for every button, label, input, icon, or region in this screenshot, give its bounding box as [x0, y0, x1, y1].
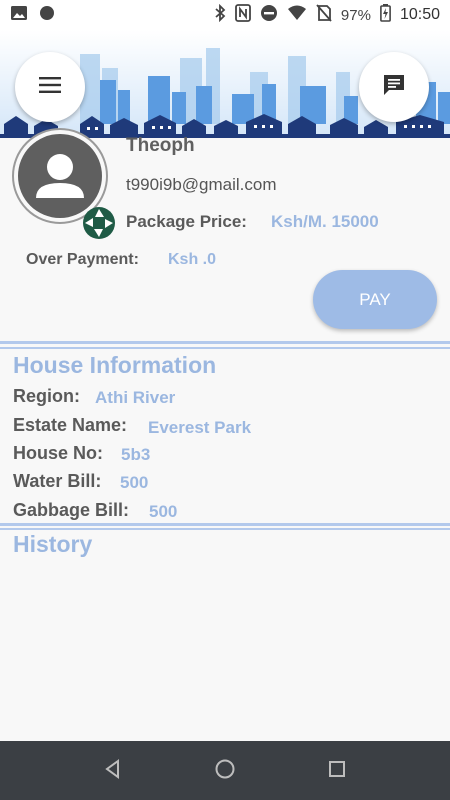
circle-icon: [38, 4, 56, 27]
house-no-value: 5b3: [121, 445, 151, 464]
gabbage-bill-value: 500: [149, 502, 178, 521]
chat-button[interactable]: [359, 52, 429, 122]
section-divider: [0, 347, 450, 349]
do-not-disturb-icon: [260, 4, 278, 27]
over-payment-label: Over Payment:: [26, 251, 139, 268]
recents-button[interactable]: [324, 758, 350, 784]
package-price-label: Package Price:: [126, 212, 247, 231]
history-title: History: [13, 531, 93, 557]
menu-button[interactable]: [15, 52, 85, 122]
chat-icon: [381, 72, 407, 103]
recents-square-icon: [327, 759, 347, 784]
user-email: t990i9b@gmail.com: [126, 175, 277, 194]
aperture-icon: [82, 206, 116, 240]
nfc-icon: [235, 3, 251, 27]
pay-button[interactable]: PAY: [313, 270, 437, 329]
over-payment-value: Ksh .0: [168, 251, 217, 268]
no-sim-icon: [316, 3, 332, 27]
home-circle-icon: [214, 758, 236, 785]
navigation-bar: [0, 741, 450, 800]
region-label: Region:: [13, 386, 80, 406]
section-divider: [0, 341, 450, 344]
bluetooth-icon: [214, 3, 226, 27]
estate-name-value: Everest Park: [148, 418, 252, 437]
gabbage-bill-label: Gabbage Bill:: [13, 500, 130, 520]
wifi-icon: [287, 4, 307, 27]
house-information-title: House Information: [13, 352, 217, 378]
house-no-label: House No:: [13, 443, 103, 463]
user-name: Theoph: [126, 135, 195, 156]
section-divider: [0, 528, 450, 530]
status-time: 10:50: [399, 6, 440, 23]
status-bar: 97% 10:50: [0, 0, 450, 30]
hamburger-menu-icon: [38, 76, 62, 99]
package-price-value: Ksh/M. 15000: [271, 212, 379, 231]
image-icon: [10, 4, 28, 27]
back-button[interactable]: [100, 758, 126, 784]
estate-name-label: Estate Name:: [13, 415, 128, 435]
home-button[interactable]: [212, 758, 238, 784]
battery-charging-icon: [380, 3, 391, 27]
back-triangle-icon: [103, 758, 123, 784]
water-bill-label: Water Bill:: [13, 471, 102, 491]
water-bill-value: 500: [120, 473, 149, 492]
battery-percent: 97%: [340, 6, 371, 24]
region-value: Athi River: [95, 388, 176, 407]
section-divider: [0, 523, 450, 526]
